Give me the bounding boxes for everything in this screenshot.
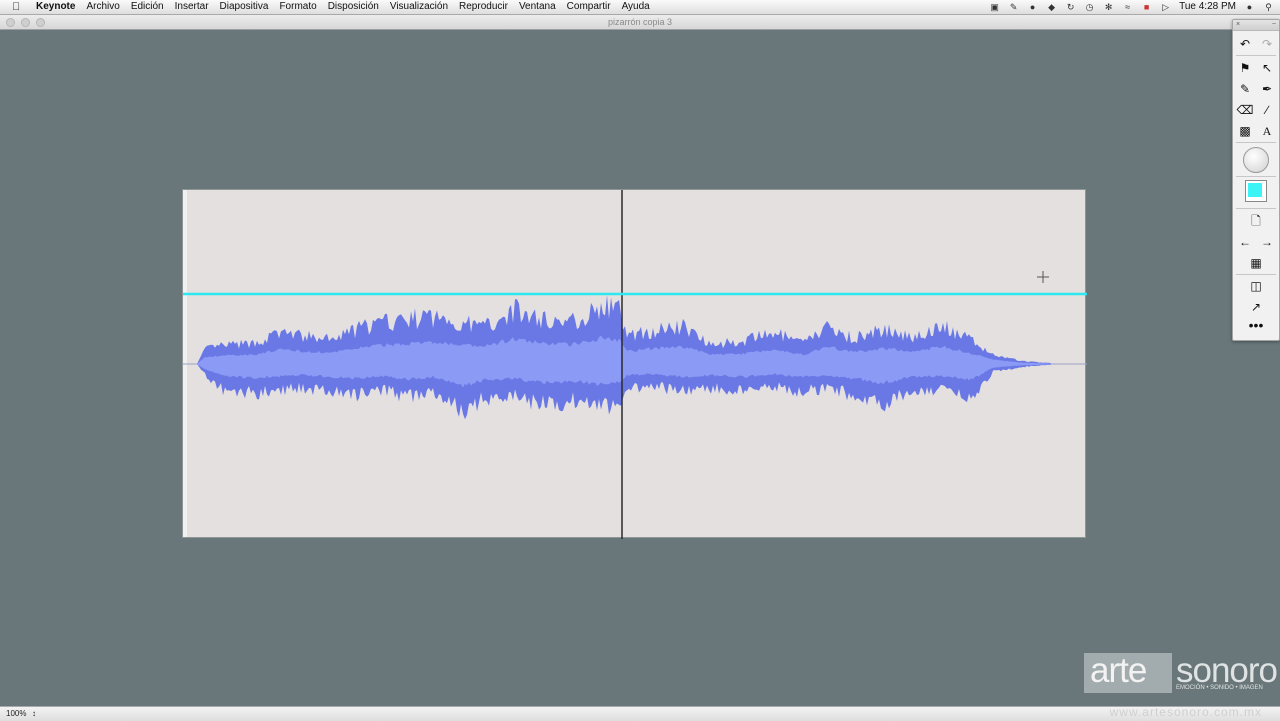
palette-close-icon[interactable]: × (1236, 21, 1240, 29)
grid-view-icon[interactable]: ▦ (1246, 253, 1266, 273)
bluetooth-icon[interactable]: ✻ (1103, 2, 1114, 12)
tag-tool-icon[interactable]: ⚑ (1235, 58, 1255, 78)
menu-disposicion[interactable]: Disposición (328, 0, 379, 14)
palette-divider (1236, 176, 1276, 177)
color-swatch-fill (1248, 183, 1262, 197)
annotation-palette: × − ↶ ↷ ⚑ ↖ ✎ ✒ ⌫ ∕ ▩ A 🗋 ← → ▦ ◫ ↗ ••• (1232, 19, 1280, 341)
text-tool-icon[interactable]: A (1257, 121, 1277, 141)
menu-diapositiva[interactable]: Diapositiva (220, 0, 269, 14)
shapes-icon[interactable]: ▩ (1235, 121, 1255, 141)
more-icon[interactable]: ••• (1246, 317, 1266, 337)
palette-divider (1236, 142, 1276, 143)
previous-arrow-icon[interactable]: ← (1235, 232, 1255, 252)
camera-icon[interactable]: ▣ (989, 2, 1000, 12)
menu-compartir[interactable]: Compartir (567, 0, 611, 14)
menu-bar:  Keynote Archivo Edición Insertar Diapo… (0, 0, 1280, 15)
search-icon[interactable]: ⚲ (1263, 2, 1274, 12)
palette-collapse-icon[interactable]: − (1272, 21, 1276, 29)
share-icon[interactable]: ↗ (1246, 297, 1266, 317)
zoom-stepper-icon[interactable]: ↕ (32, 707, 36, 720)
new-page-icon[interactable]: 🗋 (1246, 211, 1266, 231)
menu-edicion[interactable]: Edición (131, 0, 164, 14)
color-swatch[interactable] (1245, 180, 1267, 202)
menu-ayuda[interactable]: Ayuda (622, 0, 650, 14)
eraser-icon[interactable]: ⌫ (1235, 100, 1255, 120)
marker-icon[interactable]: ✒ (1257, 79, 1277, 99)
pen-icon[interactable]: ✎ (1008, 2, 1019, 12)
wifi-icon[interactable]: ≈ (1122, 2, 1133, 12)
palette-divider (1236, 274, 1276, 275)
select-arrow-icon[interactable]: ↖ (1257, 58, 1277, 78)
slide-canvas[interactable] (182, 189, 1087, 539)
waveform-image (183, 190, 1087, 539)
menu-formato[interactable]: Formato (279, 0, 316, 14)
window-title: pizarrón copia 3 (607, 17, 673, 27)
brush-size-icon[interactable] (1243, 147, 1269, 173)
menu-insertar[interactable]: Insertar (175, 0, 209, 14)
palette-header: × − (1233, 20, 1279, 31)
menu-reproducir[interactable]: Reproducir (459, 0, 508, 14)
apple-menu-icon[interactable]:  (12, 0, 20, 14)
status-bar: 100% ↕ www.artesonoro.com.mx (0, 706, 1280, 721)
menu-app-keynote[interactable]: Keynote (36, 0, 75, 14)
volume-icon[interactable]: ▷ (1160, 2, 1171, 12)
pencil-icon[interactable]: ✎ (1235, 79, 1255, 99)
palette-divider (1236, 208, 1276, 209)
screen-icon[interactable]: ◫ (1246, 276, 1266, 296)
next-arrow-icon[interactable]: → (1257, 232, 1277, 252)
menu-list: Keynote Archivo Edición Insertar Diaposi… (36, 0, 650, 14)
window-titlebar: pizarrón copia 3 (0, 15, 1280, 30)
menu-ventana[interactable]: Ventana (519, 0, 556, 14)
menu-visualizacion[interactable]: Visualización (390, 0, 448, 14)
time-machine-icon[interactable]: ◷ (1084, 2, 1095, 12)
undo-icon[interactable]: ↶ (1235, 34, 1255, 54)
redo-icon[interactable]: ↷ (1257, 34, 1277, 54)
zoom-level[interactable]: 100% (6, 707, 26, 720)
menu-clock[interactable]: Tue 4:28 PM (1179, 0, 1236, 14)
line-tool-icon[interactable]: ∕ (1257, 100, 1277, 120)
user-icon[interactable]: ● (1244, 2, 1255, 12)
sync-icon[interactable]: ↻ (1065, 2, 1076, 12)
dropbox-icon[interactable]: ◆ (1046, 2, 1057, 12)
watermark-url: www.artesonoro.com.mx (1109, 705, 1262, 719)
logo-arte-text: arte (1090, 651, 1147, 690)
crosshair-cursor-icon (1037, 271, 1049, 283)
menu-extras: ▣ ✎ ● ◆ ↻ ◷ ✻ ≈ ■ ▷ Tue 4:28 PM ● ⚲ (989, 0, 1274, 14)
palette-divider (1236, 55, 1276, 56)
logo-tagline: EMOCIÓN • SONIDO • IMAGEN (1176, 685, 1263, 691)
flag-icon[interactable]: ■ (1141, 2, 1152, 12)
menu-archivo[interactable]: Archivo (86, 0, 119, 14)
evernote-icon[interactable]: ● (1027, 2, 1038, 12)
